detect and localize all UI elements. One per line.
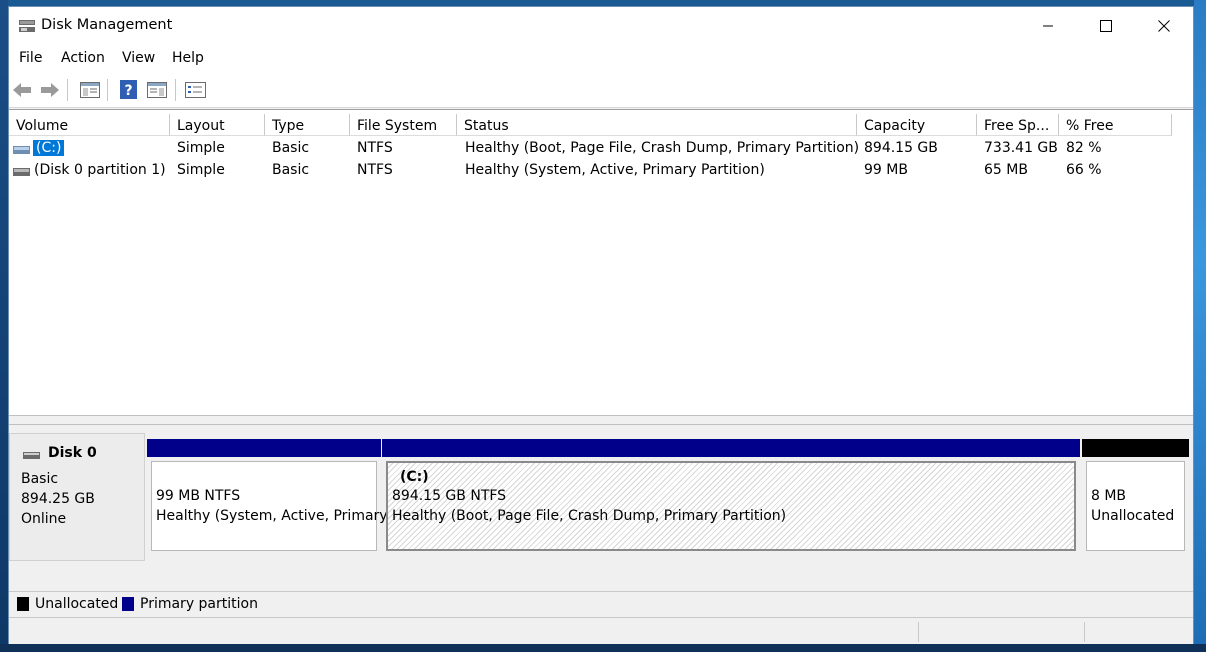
forward-arrow-icon bbox=[41, 83, 59, 97]
desktop-background-right bbox=[1194, 0, 1206, 652]
layout-cell: Simple bbox=[177, 162, 225, 178]
volume-list-header: Volume Layout Type File System Status Ca… bbox=[9, 114, 1193, 136]
menu-view[interactable]: View bbox=[122, 50, 155, 66]
table-row[interactable]: (C:) Simple Basic NTFS Healthy (Boot, Pa… bbox=[9, 137, 1193, 159]
partition-color-bar bbox=[1082, 439, 1189, 457]
minimize-button[interactable] bbox=[1019, 7, 1077, 45]
properties-icon bbox=[185, 82, 206, 98]
close-button[interactable] bbox=[1135, 7, 1193, 45]
disk-info-panel[interactable]: Disk 0 Basic 894.25 GB Online bbox=[9, 433, 145, 561]
back-arrow-icon bbox=[13, 83, 31, 97]
partition-color-bar bbox=[147, 439, 381, 457]
percent-free-cell: 82 % bbox=[1066, 140, 1102, 156]
partition-status: Healthy (System, Active, Primary bbox=[156, 508, 388, 524]
partition-unallocated[interactable]: 8 MB Unallocated bbox=[1082, 439, 1189, 555]
minimize-icon bbox=[1043, 25, 1053, 27]
capacity-cell: 894.15 GB bbox=[864, 140, 938, 156]
disk-name: Disk 0 bbox=[48, 445, 97, 461]
status-bar bbox=[9, 617, 1193, 644]
show-hide-console-tree-button[interactable] bbox=[79, 80, 101, 100]
layout-cell: Simple bbox=[177, 140, 225, 156]
toolbar: ? bbox=[9, 71, 1193, 108]
partition-size-fs: 894.15 GB NTFS bbox=[392, 488, 507, 504]
maximize-button[interactable] bbox=[1077, 7, 1135, 45]
title-bar[interactable]: Disk Management bbox=[9, 7, 1193, 45]
drive-icon bbox=[13, 163, 31, 185]
type-cell: Basic bbox=[272, 140, 310, 156]
partition-c[interactable]: (C:) 894.15 GB NTFS Healthy (Boot, Page … bbox=[382, 439, 1080, 555]
column-header-layout[interactable]: Layout bbox=[170, 114, 265, 136]
partition-body: 99 MB NTFS Healthy (System, Active, Prim… bbox=[151, 461, 388, 551]
volume-cell: (Disk 0 partition 1) bbox=[34, 162, 166, 178]
file-system-cell: NTFS bbox=[357, 140, 393, 156]
desktop-background-left bbox=[0, 0, 8, 652]
toolbar-separator bbox=[175, 79, 176, 101]
percent-free-cell: 66 % bbox=[1066, 162, 1102, 178]
partition-size: 8 MB bbox=[1091, 488, 1127, 504]
pane-splitter[interactable] bbox=[9, 415, 1193, 425]
partition-label: (C:) bbox=[400, 469, 429, 485]
legend: Unallocated Primary partition bbox=[9, 591, 1193, 616]
partition-status: Healthy (Boot, Page File, Crash Dump, Pr… bbox=[392, 508, 787, 524]
column-header-type[interactable]: Type bbox=[265, 114, 350, 136]
svg-text:?: ? bbox=[124, 83, 132, 99]
column-header-free-space[interactable]: Free Sp... bbox=[977, 114, 1059, 136]
close-icon bbox=[1158, 20, 1170, 32]
partition-body-selected: (C:) 894.15 GB NTFS Healthy (Boot, Page … bbox=[386, 461, 1076, 551]
disk-icon bbox=[23, 449, 41, 465]
free-space-cell: 733.41 GB bbox=[984, 140, 1058, 156]
column-header-status[interactable]: Status bbox=[457, 114, 857, 136]
status-cell: Healthy (System, Active, Primary Partiti… bbox=[465, 162, 765, 178]
forward-button[interactable] bbox=[39, 80, 61, 100]
show-hide-console-tree-icon bbox=[80, 82, 100, 98]
show-hide-action-pane-icon bbox=[147, 82, 167, 98]
column-header-volume[interactable]: Volume bbox=[9, 114, 170, 136]
legend-unallocated: Unallocated bbox=[35, 596, 119, 612]
volume-name: (C:) bbox=[33, 140, 65, 156]
volume-cell: (C:) bbox=[33, 137, 65, 159]
properties-button[interactable] bbox=[185, 80, 207, 100]
column-header-percent-free[interactable]: % Free bbox=[1059, 114, 1172, 136]
primary-partition-swatch bbox=[122, 597, 134, 611]
type-cell: Basic bbox=[272, 162, 310, 178]
partition-status: Unallocated bbox=[1091, 508, 1175, 524]
partition-system[interactable]: 99 MB NTFS Healthy (System, Active, Prim… bbox=[147, 439, 388, 555]
help-icon: ? bbox=[120, 80, 137, 99]
disk-management-window: Disk Management File Action View Help ? … bbox=[8, 6, 1194, 644]
legend-primary-partition: Primary partition bbox=[140, 596, 258, 612]
back-button[interactable] bbox=[11, 80, 33, 100]
file-system-cell: NTFS bbox=[357, 162, 393, 178]
disk-size: 894.25 GB bbox=[21, 491, 95, 507]
maximize-icon bbox=[1100, 20, 1112, 32]
disk-graphical-view: Disk 0 Basic 894.25 GB Online 99 MB NTFS… bbox=[9, 427, 1193, 567]
menu-bar: File Action View Help bbox=[9, 45, 1193, 71]
taskbar-strip bbox=[0, 644, 1206, 652]
status-separator bbox=[1084, 622, 1085, 642]
window-title: Disk Management bbox=[41, 17, 173, 33]
partition-color-bar bbox=[382, 439, 1080, 457]
disk-type: Basic bbox=[21, 471, 59, 487]
partition-size-fs: 99 MB NTFS bbox=[156, 488, 241, 504]
show-hide-action-pane-button[interactable] bbox=[146, 80, 168, 100]
toolbar-separator bbox=[67, 79, 68, 101]
toolbar-separator bbox=[107, 79, 108, 101]
unallocated-swatch bbox=[17, 597, 29, 611]
column-header-file-system[interactable]: File System bbox=[350, 114, 457, 136]
column-header-capacity[interactable]: Capacity bbox=[857, 114, 977, 136]
free-space-cell: 65 MB bbox=[984, 162, 1028, 178]
capacity-cell: 99 MB bbox=[864, 162, 908, 178]
disk-status: Online bbox=[21, 511, 67, 527]
help-button[interactable]: ? bbox=[118, 80, 140, 100]
menu-action[interactable]: Action bbox=[61, 50, 105, 66]
table-row[interactable]: (Disk 0 partition 1) Simple Basic NTFS H… bbox=[9, 159, 1193, 181]
partition-body: 8 MB Unallocated bbox=[1086, 461, 1185, 551]
menu-file[interactable]: File bbox=[19, 50, 42, 66]
status-cell: Healthy (Boot, Page File, Crash Dump, Pr… bbox=[465, 140, 860, 156]
disk-management-app-icon bbox=[18, 18, 36, 34]
volume-list: Volume Layout Type File System Status Ca… bbox=[9, 109, 1193, 416]
menu-help[interactable]: Help bbox=[172, 50, 204, 66]
status-separator bbox=[918, 622, 919, 642]
